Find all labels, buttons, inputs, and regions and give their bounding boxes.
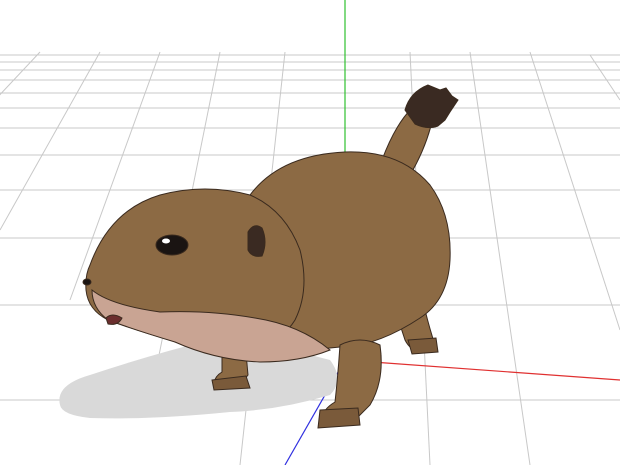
ear xyxy=(247,225,266,257)
x-axis-line xyxy=(344,359,620,381)
eye xyxy=(155,234,189,256)
3d-viewport[interactable] xyxy=(0,0,620,465)
hind-paw xyxy=(407,337,439,355)
nose xyxy=(82,278,92,286)
eye-highlight xyxy=(162,238,170,244)
tail-tip xyxy=(404,84,459,129)
scene xyxy=(0,0,620,465)
front-paw-right xyxy=(317,407,361,429)
